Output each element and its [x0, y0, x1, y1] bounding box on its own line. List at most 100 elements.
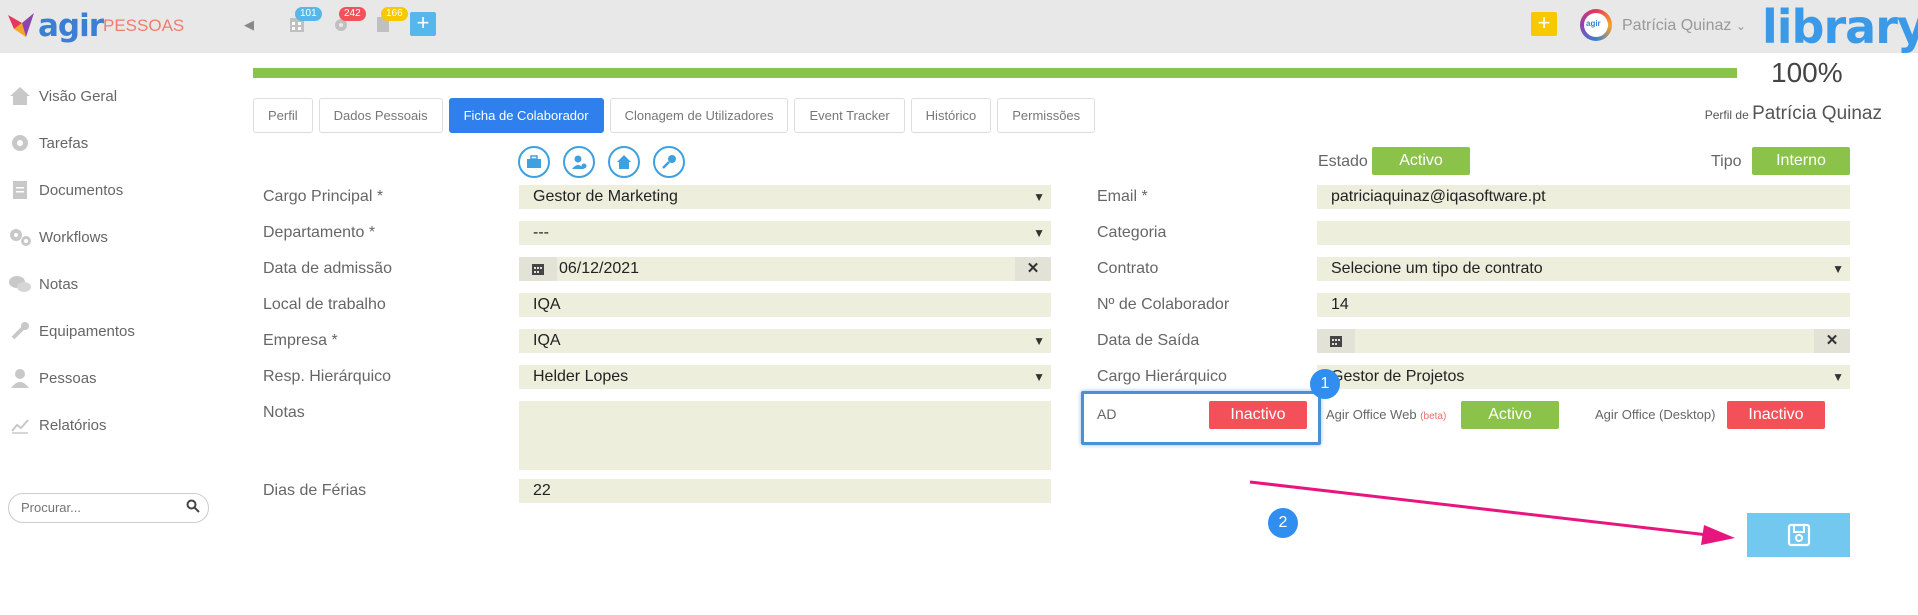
- empresa-label: Empresa *: [263, 332, 338, 349]
- profile-name: Patrícia Quinaz: [1752, 103, 1882, 124]
- search-icon[interactable]: [186, 499, 200, 516]
- tab-clonagem-utilizadores[interactable]: Clonagem de Utilizadores: [609, 98, 789, 133]
- contrato-label: Contrato: [1097, 260, 1159, 277]
- home-icon: [8, 86, 32, 106]
- progress-fill: [253, 68, 1737, 78]
- sidebar-item-relatorios[interactable]: Relatórios: [8, 411, 107, 439]
- dias-ferias-input[interactable]: 22: [519, 479, 1051, 503]
- sidebar-item-workflows[interactable]: Workflows: [8, 223, 108, 251]
- docs-badge: 166: [381, 7, 408, 21]
- logo-text: agir: [38, 8, 104, 44]
- email-value: patriciaquinaz@iqasoftware.pt: [1331, 188, 1546, 205]
- gear-icon: [8, 133, 32, 153]
- ad-label: AD: [1097, 406, 1117, 422]
- local-trabalho-value: IQA: [533, 296, 561, 313]
- tasks-badge: 101: [295, 7, 322, 21]
- tab-event-tracker[interactable]: Event Tracker: [794, 98, 905, 133]
- agir-office-web-toggle[interactable]: Activo: [1461, 401, 1559, 429]
- empresa-value: IQA: [533, 332, 561, 349]
- sidebar-item-visao-geral[interactable]: Visão Geral: [8, 82, 117, 110]
- data-saida-field[interactable]: ✕: [1317, 329, 1850, 353]
- departamento-select[interactable]: --- ▼: [519, 221, 1051, 245]
- cargo-hierarquico-label: Cargo Hierárquico: [1097, 368, 1227, 385]
- cargo-hierarquico-select[interactable]: Gestor de Projetos ▼: [1317, 365, 1850, 389]
- tasks-calendar-icon[interactable]: 101: [289, 7, 322, 35]
- calendar-icon[interactable]: [1317, 329, 1355, 353]
- clear-date-icon[interactable]: ✕: [1015, 257, 1051, 281]
- key-icon[interactable]: [653, 146, 685, 178]
- app-logo[interactable]: agir: [8, 6, 104, 46]
- tipo-toggle[interactable]: Interno: [1752, 147, 1850, 175]
- tab-historico[interactable]: Histórico: [910, 98, 992, 133]
- logo-bird-icon: [8, 13, 34, 37]
- estado-label: Estado: [1318, 153, 1368, 170]
- avatar[interactable]: agir: [1580, 9, 1612, 41]
- chart-icon: [8, 415, 32, 435]
- sidebar-item-label: Relatórios: [39, 416, 107, 434]
- chevron-down-icon: ▼: [1033, 226, 1045, 240]
- empresa-select[interactable]: IQA ▼: [519, 329, 1051, 353]
- tab-dados-pessoais[interactable]: Dados Pessoais: [318, 98, 443, 133]
- sidebar-item-label: Notas: [39, 275, 79, 293]
- sidebar-item-documentos[interactable]: Documentos: [8, 176, 123, 204]
- user-name: Patrícia Quinaz: [1622, 17, 1732, 34]
- cargo-principal-label: Cargo Principal *: [263, 188, 384, 205]
- tipo-label: Tipo: [1711, 153, 1742, 170]
- categoria-input[interactable]: [1317, 221, 1850, 245]
- ad-toggle[interactable]: Inactivo: [1209, 401, 1307, 429]
- quick-add-button[interactable]: +: [1531, 12, 1557, 36]
- search-input[interactable]: [21, 500, 181, 515]
- floppy-disk-icon: [1787, 523, 1810, 547]
- num-colaborador-input[interactable]: 14: [1317, 293, 1850, 317]
- tab-ficha-colaborador[interactable]: Ficha de Colaborador: [448, 98, 604, 133]
- documents-icon[interactable]: 166: [375, 7, 408, 35]
- calendar-icon[interactable]: [519, 257, 557, 281]
- tab-perfil[interactable]: Perfil: [253, 98, 313, 133]
- local-trabalho-input[interactable]: IQA: [519, 293, 1051, 317]
- agir-office-desktop-label: Agir Office (Desktop): [1595, 407, 1716, 422]
- briefcase-icon[interactable]: [518, 146, 550, 178]
- home-icon[interactable]: [608, 146, 640, 178]
- cargo-hierarquico-value: Gestor de Projetos: [1331, 368, 1465, 385]
- agir-office-desktop-toggle[interactable]: Inactivo: [1727, 401, 1825, 429]
- sidebar-item-label: Equipamentos: [39, 322, 135, 340]
- resp-hierarquico-select[interactable]: Helder Lopes ▼: [519, 365, 1051, 389]
- chevron-down-icon: ▼: [1033, 334, 1045, 348]
- chevron-down-icon: ▼: [1033, 190, 1045, 204]
- progress-percent: 100%: [1771, 57, 1843, 88]
- chevron-down-icon: ▼: [1033, 370, 1045, 384]
- email-field[interactable]: patriciaquinaz@iqasoftware.pt: [1317, 185, 1850, 209]
- sidebar-item-label: Pessoas: [39, 369, 97, 387]
- estado-toggle[interactable]: Activo: [1372, 147, 1470, 175]
- user-menu[interactable]: Patrícia Quinaz ⌄: [1622, 17, 1746, 35]
- sidebar-item-equipamentos[interactable]: Equipamentos: [8, 317, 135, 345]
- gears-icon: [8, 227, 32, 247]
- chevron-down-icon: ⌄: [1735, 19, 1746, 33]
- data-admissao-value: 06/12/2021: [559, 260, 640, 277]
- add-button[interactable]: +: [410, 12, 436, 36]
- save-button[interactable]: [1747, 513, 1850, 557]
- chat-icon: [8, 274, 32, 294]
- sidebar-item-label: Documentos: [39, 181, 124, 199]
- num-colaborador-value: 14: [1331, 296, 1349, 313]
- sidebar-item-tarefas[interactable]: Tarefas: [8, 129, 88, 157]
- tab-permissoes[interactable]: Permissões: [997, 98, 1096, 133]
- notas-textarea[interactable]: [519, 401, 1051, 470]
- resp-hierarquico-label: Resp. Hierárquico: [263, 368, 392, 385]
- dias-ferias-value: 22: [533, 482, 551, 499]
- sidebar-item-label: Tarefas: [39, 134, 89, 152]
- sidebar-item-pessoas[interactable]: Pessoas: [8, 364, 97, 392]
- collapse-sidebar-icon[interactable]: ◀: [244, 17, 254, 33]
- clear-date-icon[interactable]: ✕: [1814, 329, 1850, 353]
- contrato-value: Selecione um tipo de contrato: [1331, 260, 1543, 277]
- user-gear-icon[interactable]: [563, 146, 595, 178]
- data-admissao-label: Data de admissão: [263, 260, 392, 277]
- beta-badge: (beta): [1420, 411, 1447, 422]
- sidebar-item-notas[interactable]: Notas: [8, 270, 78, 298]
- data-admissao-field[interactable]: 06/12/2021 ✕: [519, 257, 1051, 281]
- cargo-principal-select[interactable]: Gestor de Marketing ▼: [519, 185, 1051, 209]
- notifications-gear-icon[interactable]: 242: [333, 7, 366, 35]
- contrato-select[interactable]: Selecione um tipo de contrato ▼: [1317, 257, 1850, 281]
- wrench-icon: [8, 321, 32, 341]
- chevron-down-icon: ▼: [1832, 370, 1844, 384]
